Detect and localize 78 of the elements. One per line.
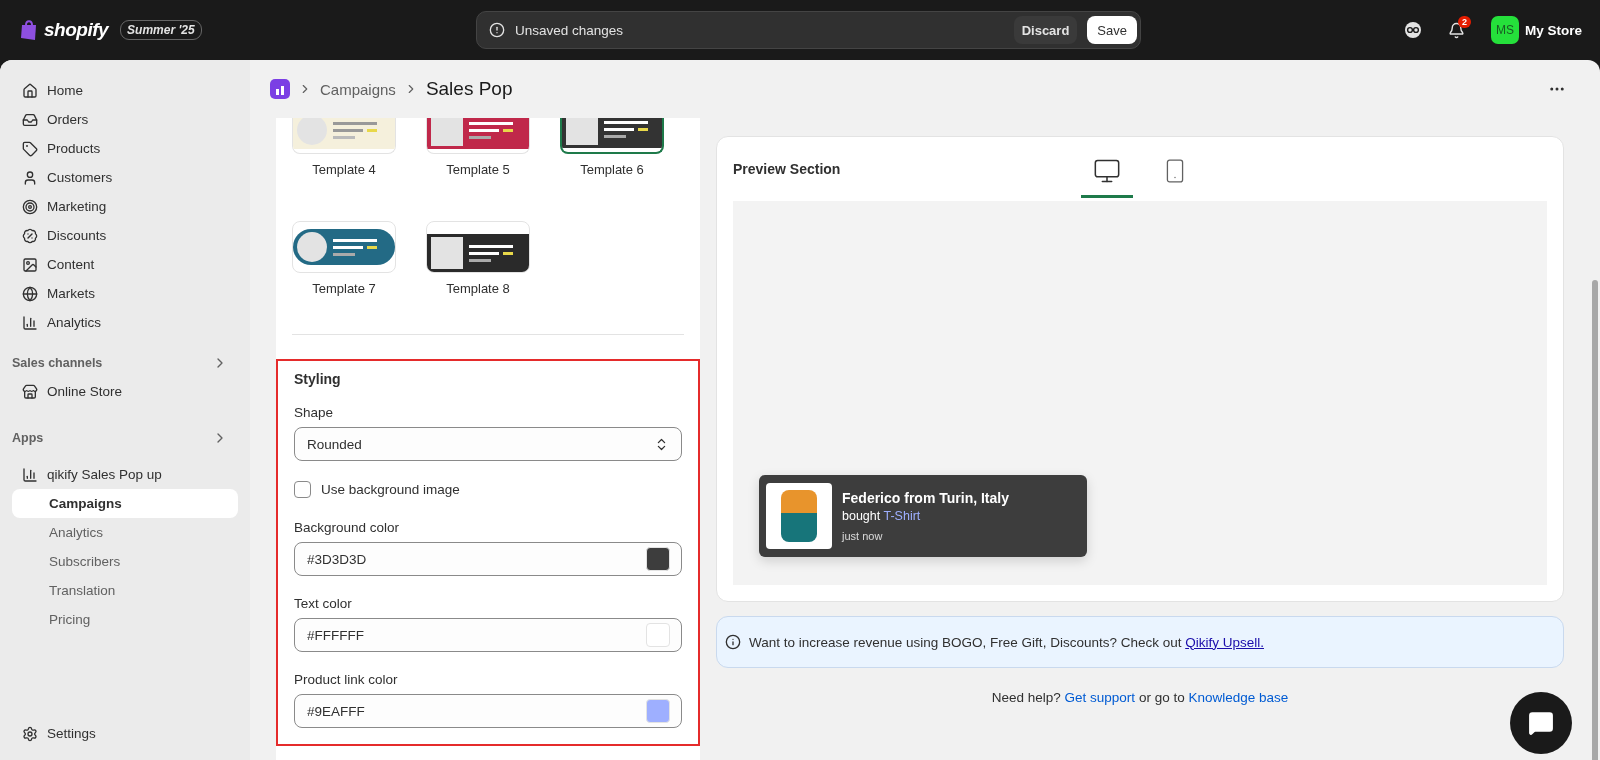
nav-item[interactable]: Orders [12,105,238,134]
store-name[interactable]: My Store [1525,22,1582,38]
color-input-field[interactable]: #FFFFFF [294,618,682,652]
nav-item[interactable]: Markets [12,279,238,308]
nav-item[interactable]: Discounts [12,221,238,250]
knowledge-base-link[interactable]: Knowledge base [1188,690,1289,705]
upsell-link[interactable]: Qikify Upsell. [1185,634,1264,650]
scrollbar[interactable] [1592,280,1598,760]
brand-name: shopify [44,19,109,41]
color-swatch[interactable] [646,699,670,723]
target-icon [22,198,38,215]
nav-sub-item[interactable]: Subscribers [12,547,238,576]
app-icon [22,466,38,483]
nav-item[interactable]: Content [12,250,238,279]
unsaved-changes-text: Unsaved changes [515,22,625,38]
breadcrumb-link[interactable]: Campaigns [320,80,396,98]
color-swatch[interactable] [646,547,670,571]
template-label: Template 6 [580,162,644,177]
inbox-icon [22,111,38,128]
support-link[interactable]: Get support [1064,690,1136,705]
nav-item[interactable]: Settings [12,719,238,748]
template-label: Template 8 [446,281,510,296]
product-link[interactable]: T-Shirt [883,509,921,523]
nav-sub-item[interactable]: Translation [12,576,238,605]
template-label: Template 5 [446,162,510,177]
app-logo-icon [270,79,290,99]
color-swatch[interactable] [646,623,670,647]
nav-item[interactable]: Home [12,76,238,105]
section-heading: Sales channels [12,356,103,370]
field-label: Text color [294,596,353,611]
discard-button[interactable]: Discard [1013,16,1078,44]
notifications-bell-icon[interactable] [1448,21,1465,39]
globe-icon [22,285,38,302]
nav-item[interactable]: Products [12,134,238,163]
field-label: Product link color [294,672,399,687]
color-input-field[interactable]: #3D3D3D [294,542,682,576]
alert-icon [489,22,505,38]
product-photo-placeholder [766,483,832,549]
card-title: Preview Section [733,161,842,177]
color-input-field[interactable]: #9EAFFF [294,694,682,728]
storefront-icon [22,383,38,400]
popup-time: just now [842,530,884,542]
home-icon [22,82,38,99]
percent-badge-icon [22,227,38,244]
template-label: Template 7 [312,281,376,296]
checkbox-label: Use background image [321,482,460,497]
nav-item[interactable]: Analytics [12,308,238,337]
notification-count: 2 [1457,15,1471,28]
chat-bubble-icon [1528,710,1554,736]
edition-badge: Summer '25 [120,20,202,40]
popup-title: Federico from Turin, Italy [842,490,1009,506]
section-title: Styling [294,371,342,387]
section-heading: Apps [12,431,44,445]
shape-select[interactable]: Rounded [294,427,682,461]
template-thumbnail[interactable] [560,118,664,154]
nav-sub-item[interactable]: Pricing [12,605,238,634]
banner-text: Want to increase revenue using BOGO, Free Gift, Discounts? Check out Qikify Upsell. [749,634,1264,650]
template-label: Template 4 [312,162,376,177]
field-label: Shape [294,405,335,420]
popup-purchase-text: bought T-Shirt [842,509,922,523]
shopping-bag-logo-icon [20,19,38,41]
nav-item[interactable]: Customers [12,163,238,192]
checkbox[interactable] [294,481,311,498]
image-icon [22,256,38,273]
page-title: Sales Pop [425,78,513,100]
settings-icon [22,725,38,742]
nav-sub-item[interactable]: Campaigns [12,489,238,518]
save-button[interactable]: Save [1087,16,1137,44]
info-icon [725,634,741,650]
field-label: Background color [294,520,401,535]
tag-icon [22,140,38,157]
store-avatar[interactable]: MS [1491,16,1519,44]
nav-item[interactable]: Marketing [12,192,238,221]
nav-item[interactable]: Online Store [12,377,238,406]
bar-chart-icon [22,314,38,331]
nav-item[interactable]: qikify Sales Pop up [12,460,238,489]
nav-sub-item[interactable]: Analytics [12,518,238,547]
person-icon [22,169,38,186]
